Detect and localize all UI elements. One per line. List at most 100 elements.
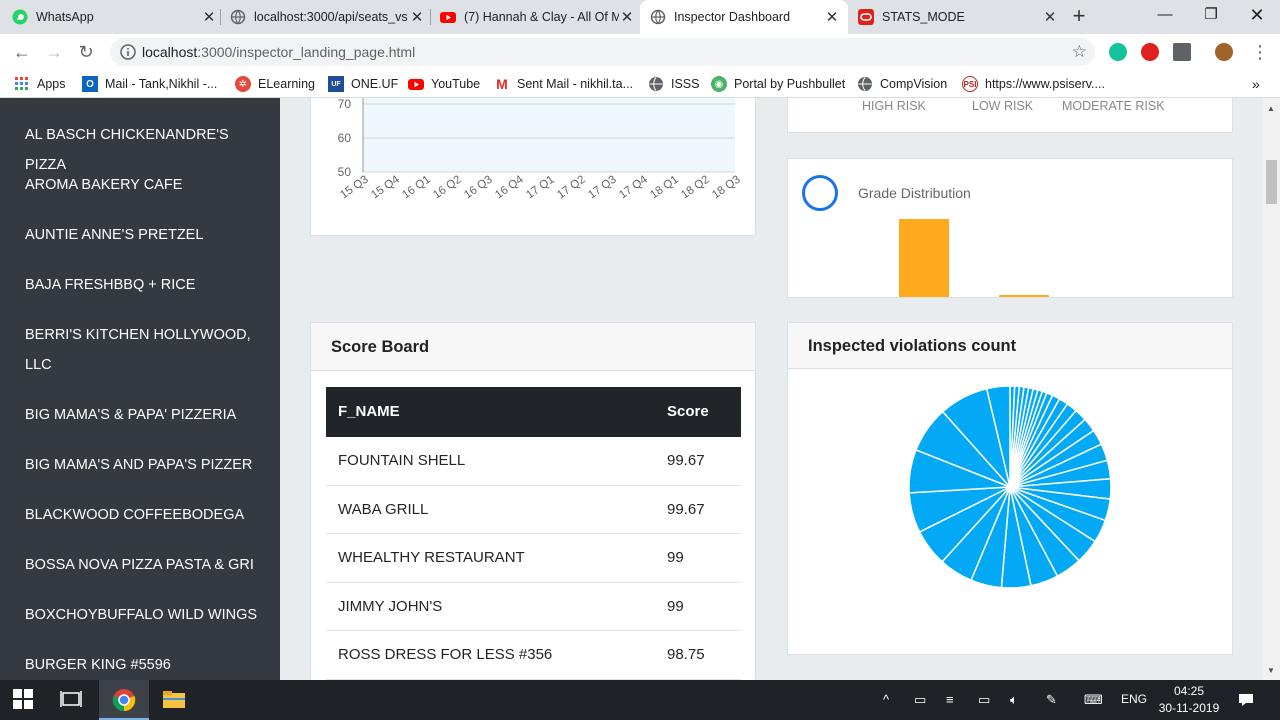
- y-tick: 70: [338, 98, 352, 111]
- tab-stats-mode[interactable]: STATS_MODE ✕: [858, 0, 1058, 34]
- more-bookmarks-icon[interactable]: »: [1252, 75, 1260, 93]
- x-tick: 16 Q4: [493, 173, 526, 201]
- bookmark-star-icon[interactable]: ☆: [1072, 42, 1087, 62]
- bookmark-oneuf[interactable]: UF ONE.UF: [328, 75, 398, 93]
- reload-icon[interactable]: ↻: [74, 40, 98, 64]
- bookmark-pushbullet[interactable]: ◉ Portal by Pushbullet: [711, 75, 845, 93]
- tab-whatsapp[interactable]: WhatsApp ✕: [12, 0, 217, 34]
- grade-distribution-card: Grade Distribution: [787, 158, 1233, 298]
- windows-start-icon[interactable]: [12, 688, 36, 712]
- minimize-icon[interactable]: —: [1142, 0, 1188, 34]
- cell-name: WHEALTHY RESTAURANT: [338, 549, 525, 567]
- notification-icon[interactable]: [1238, 692, 1254, 711]
- sidebar: AL BASCH CHICKENANDRE'S PIZZA AROMA BAKE…: [0, 98, 280, 680]
- bookmark-apps[interactable]: Apps: [14, 75, 66, 93]
- table-row: WABA GRILL 99.67: [326, 486, 741, 535]
- column-header-score: Score: [667, 403, 709, 420]
- window-close-icon[interactable]: ✕: [1234, 0, 1280, 34]
- back-icon[interactable]: ←: [10, 40, 34, 64]
- violations-card: Inspected violations count: [787, 322, 1233, 655]
- tab-youtube-video[interactable]: (7) Hannah & Clay - All Of M ✕: [440, 0, 635, 34]
- address-bar[interactable]: localhost:3000/inspector_landing_page.ht…: [110, 38, 1095, 66]
- bookmark-sent-mail[interactable]: M Sent Mail - nikhil.ta...: [494, 75, 633, 93]
- sidebar-item[interactable]: BIG MAMA'S AND PAPA'S PIZZER: [25, 450, 265, 480]
- x-tick: 15 Q4: [369, 173, 402, 201]
- sidebar-item[interactable]: BAJA FRESHBBQ + RICE: [25, 270, 265, 300]
- sidebar-item[interactable]: BOSSA NOVA PIZZA PASTA & GRI: [25, 550, 265, 580]
- sidebar-item[interactable]: BIG MAMA'S & PAPA' PIZZERIA: [25, 400, 265, 430]
- info-icon[interactable]: [120, 44, 136, 60]
- sidebar-item[interactable]: BLACKWOOD COFFEEBODEGA: [25, 500, 265, 530]
- avatar[interactable]: [1215, 43, 1233, 61]
- volume-icon[interactable]: 🔈︎: [1010, 692, 1018, 708]
- x-tick: 18 Q2: [679, 174, 712, 202]
- bookmark-mail[interactable]: O Mail - Tank,Nikhil -...: [82, 75, 217, 93]
- new-tab-button[interactable]: +: [1066, 4, 1092, 30]
- tab-title: localhost:3000/api/seats_vs: [254, 10, 408, 24]
- sidebar-item[interactable]: BOXCHOYBUFFALO WILD WINGS: [25, 600, 265, 630]
- battery-icon[interactable]: ▭: [978, 692, 990, 708]
- scroll-down-icon[interactable]: ▼: [1267, 666, 1275, 675]
- trend-chart-card: 70 60 50 15 Q3 15 Q4 16 Q1 16 Q2 16 Q3 16 Q4 1…: [310, 98, 756, 236]
- elearning-icon: ✲: [235, 76, 251, 92]
- close-icon[interactable]: ✕: [824, 8, 840, 26]
- clock-date: 30-11-2019: [1158, 701, 1220, 715]
- scroll-up-icon[interactable]: ▲: [1267, 104, 1275, 113]
- gmail-icon: M: [496, 76, 508, 92]
- browser-toolbar: ← → ↻ localhost:3000/inspector_landing_p…: [0, 34, 1280, 70]
- pushbullet-icon: ◉: [711, 76, 727, 92]
- page-scrollbar[interactable]: ▲ ▼: [1263, 98, 1280, 680]
- clock[interactable]: 04:25 30-11-2019: [1150, 683, 1228, 717]
- tab-inspector-dashboard[interactable]: Inspector Dashboard ✕: [640, 0, 848, 34]
- tray-display-icon[interactable]: ▭: [914, 692, 926, 708]
- tab-title: (7) Hannah & Clay - All Of M: [464, 10, 619, 24]
- taskbar-chrome-button[interactable]: [99, 680, 149, 720]
- tray-chevron-up-icon[interactable]: ^: [883, 692, 889, 707]
- menu-dots-icon[interactable]: ⋮: [1248, 40, 1272, 64]
- bookmark-youtube[interactable]: YouTube: [408, 75, 480, 93]
- sidebar-item[interactable]: AUNTIE ANNE'S PRETZEL: [25, 220, 265, 250]
- globe-icon: [650, 9, 666, 25]
- keyboard-icon[interactable]: ⌨︎: [1084, 692, 1103, 708]
- cell-name: FOUNTAIN SHELL: [338, 452, 466, 469]
- close-icon[interactable]: ✕: [1042, 8, 1058, 26]
- pen-icon[interactable]: ✎: [1046, 692, 1057, 708]
- url-host: localhost: [142, 44, 198, 60]
- bookmark-elearning[interactable]: ✲ ELearning: [235, 75, 315, 93]
- sidebar-item[interactable]: BERRI'S KITCHEN HOLLYWOOD, LLC: [25, 320, 265, 380]
- tab-divider: [430, 9, 431, 25]
- url-text: localhost:3000/inspector_landing_page.ht…: [142, 44, 415, 60]
- tab-api-seats[interactable]: localhost:3000/api/seats_vs ✕: [230, 0, 425, 34]
- bookmark-isss[interactable]: ISSS: [648, 75, 700, 93]
- facebook-icon[interactable]: [1173, 43, 1191, 61]
- tray-pen-workspace-icon[interactable]: ≡: [946, 692, 954, 707]
- scoreboard-card: Score Board F_NAME Score FOUNTAIN SHELL …: [310, 322, 756, 680]
- cell-score: 99: [667, 597, 684, 615]
- adblock-icon[interactable]: [1141, 43, 1159, 61]
- bookmark-psiserv[interactable]: PSI https://www.psiserv....: [962, 75, 1105, 93]
- close-icon[interactable]: ✕: [409, 8, 425, 26]
- sidebar-item[interactable]: AROMA BAKERY CAFE: [25, 170, 265, 200]
- grade-bar: [899, 219, 949, 297]
- task-view-icon[interactable]: [60, 688, 84, 712]
- cell-name: ROSS DRESS FOR LESS #356: [338, 646, 553, 664]
- sidebar-item[interactable]: BURGER KING #5596: [25, 650, 265, 680]
- x-tick: 17 Q3: [586, 174, 619, 202]
- grammarly-icon[interactable]: [1109, 43, 1127, 61]
- file-explorer-icon[interactable]: [162, 688, 186, 712]
- language-indicator[interactable]: ENG: [1121, 692, 1147, 706]
- violations-header: Inspected violations count: [788, 323, 1232, 369]
- clock-time: 04:25: [1173, 684, 1205, 698]
- restore-icon[interactable]: ❐: [1188, 0, 1234, 34]
- x-tick: 16 Q3: [462, 174, 495, 202]
- bookmark-compvision[interactable]: CompVision: [857, 75, 947, 93]
- youtube-icon: [440, 9, 456, 25]
- psi-icon: PSI: [962, 76, 978, 92]
- cell-score: 99.67: [667, 452, 705, 469]
- whatsapp-icon: [12, 9, 28, 25]
- chrome-icon: [112, 689, 136, 712]
- scrollbar-thumb[interactable]: [1266, 160, 1277, 204]
- forward-icon[interactable]: →: [42, 40, 66, 64]
- close-icon[interactable]: ✕: [201, 8, 217, 26]
- close-icon[interactable]: ✕: [619, 8, 635, 26]
